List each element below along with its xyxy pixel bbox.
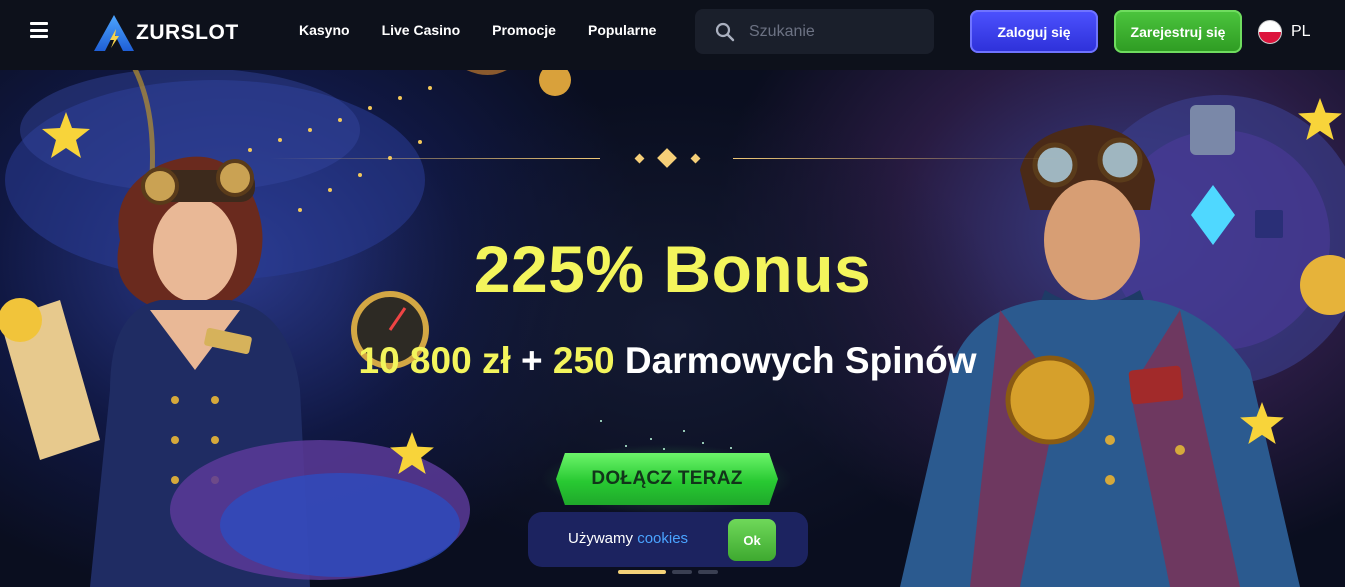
cookie-text: Używamy cookies — [568, 530, 689, 547]
diamond-icon — [657, 148, 677, 168]
language-selector[interactable]: PL — [1258, 20, 1311, 44]
hero-left-art — [0, 70, 571, 587]
nav-item-promocje[interactable]: Promocje — [492, 22, 556, 38]
register-button[interactable]: Zarejestruj się — [1114, 10, 1242, 53]
cookies-link[interactable]: cookies — [637, 530, 688, 547]
hero-right-art — [900, 95, 1345, 587]
diamond-icon — [634, 153, 645, 164]
slider-dot-1[interactable] — [618, 570, 666, 574]
star-icon — [1298, 98, 1342, 140]
bonus-headline: 225% Bonus — [473, 232, 872, 306]
hero-banner[interactable]: 225% Bonus 10 800 zł + 250 Darmowych Spi… — [0, 70, 1345, 587]
bonus-spins-number: 250 — [552, 340, 615, 381]
search-box — [695, 9, 934, 54]
star-icon — [390, 432, 434, 474]
diamond-icon — [690, 153, 701, 164]
hamburger-menu-icon[interactable] — [30, 22, 48, 38]
bonus-amount: 10 800 zł — [358, 340, 511, 381]
search-input[interactable] — [747, 19, 921, 45]
nav-item-popularne[interactable]: Popularne — [588, 22, 656, 38]
language-code: PL — [1291, 23, 1311, 40]
star-icon — [1240, 402, 1284, 444]
search-icon[interactable] — [715, 22, 735, 42]
login-button[interactable]: Zaloguj się — [970, 10, 1098, 53]
main-nav: Kasyno Live Casino Promocje Popularne — [299, 22, 688, 38]
slider-dot-2[interactable] — [672, 570, 692, 574]
poland-flag-icon — [1258, 20, 1282, 44]
bonus-spins-text: Darmowych Spinów — [614, 340, 977, 381]
cookie-ok-button[interactable]: Ok — [728, 519, 776, 561]
slider-pagination — [618, 570, 718, 574]
join-now-button[interactable]: DOŁĄCZ TERAZ — [556, 453, 778, 505]
nav-item-kasyno[interactable]: Kasyno — [299, 22, 350, 38]
slider-dot-3[interactable] — [698, 570, 718, 574]
bonus-plus: + — [510, 340, 553, 381]
site-logo[interactable]: ZURSLOT — [92, 13, 262, 53]
cookie-banner: Używamy cookies Ok — [528, 512, 808, 567]
star-icon — [42, 112, 90, 158]
logo-text: ZURSLOT — [136, 21, 239, 44]
site-header: ZURSLOT Kasyno Live Casino Promocje Popu… — [0, 0, 1345, 70]
divider-line-left — [270, 158, 600, 159]
divider-line-right — [733, 158, 1063, 159]
logo-a-icon — [94, 15, 134, 51]
bonus-subline: 10 800 zł + 250 Darmowych Spinów — [0, 338, 1335, 384]
nav-item-live-casino[interactable]: Live Casino — [382, 22, 461, 38]
